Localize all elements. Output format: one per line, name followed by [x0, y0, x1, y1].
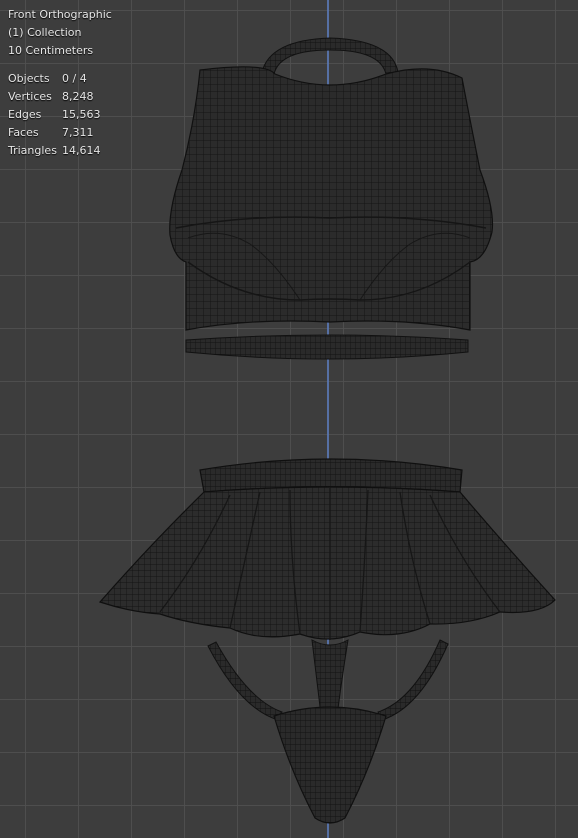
stat-value-triangles: 14,614	[62, 144, 101, 157]
viewport-info-overlay: Front Orthographic (1) Collection 10 Cen…	[8, 6, 112, 160]
scene-statistics: Objects 0 / 4 Vertices 8,248 Edges 15,56…	[8, 70, 112, 160]
stat-label-faces: Faces	[8, 126, 39, 139]
collection-label: (1) Collection	[8, 26, 82, 39]
stat-value-objects: 0 / 4	[62, 72, 87, 85]
underband-mesh[interactable]	[185, 334, 469, 360]
stat-label-edges: Edges	[8, 108, 42, 121]
stat-label-objects: Objects	[8, 72, 50, 85]
view-name-label: Front Orthographic	[8, 8, 112, 21]
pleated-skirt-mesh[interactable]	[98, 458, 556, 640]
stat-label-triangles: Triangles	[8, 144, 57, 157]
thong-mesh[interactable]	[207, 639, 449, 824]
3d-viewport[interactable]: Front Orthographic (1) Collection 10 Cen…	[0, 0, 578, 838]
stat-value-faces: 7,311	[62, 126, 94, 139]
stat-label-vertices: Vertices	[8, 90, 52, 103]
stat-value-edges: 15,563	[62, 108, 101, 121]
scale-label: 10 Centimeters	[8, 44, 94, 57]
crop-top-mesh[interactable]	[169, 37, 494, 331]
stat-value-vertices: 8,248	[62, 90, 94, 103]
